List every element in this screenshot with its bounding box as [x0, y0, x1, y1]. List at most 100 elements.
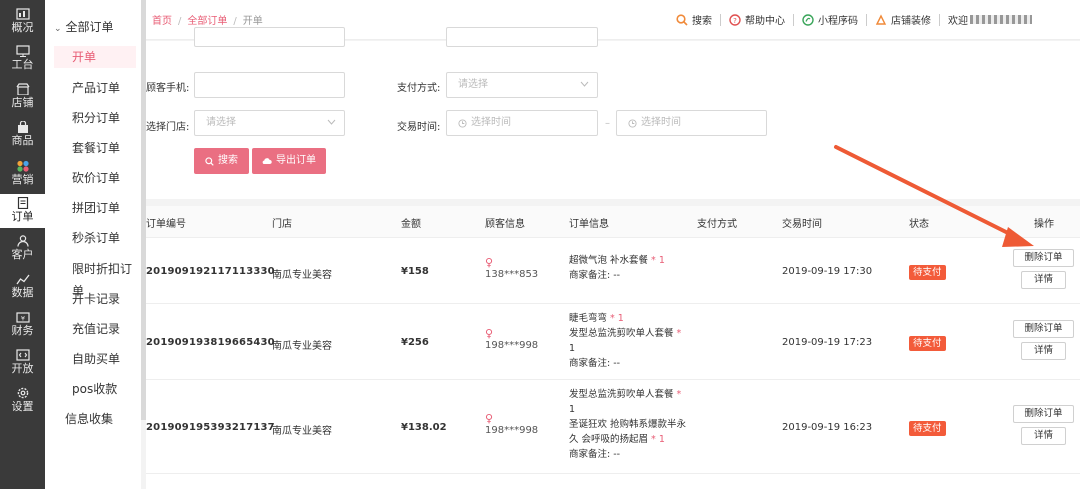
submenu-item-label: 开卡记录 [72, 292, 121, 306]
help-center-tool[interactable]: ? 帮助中心 [729, 12, 785, 27]
store-label: 选择门店: [146, 122, 190, 133]
submenu-item[interactable]: 秒杀订单 [45, 227, 141, 249]
nav-item-9[interactable]: 开放 [0, 349, 45, 379]
order-line-qty: * [676, 389, 682, 400]
breadcrumb-sep: / [178, 16, 182, 27]
search-icon [205, 156, 214, 166]
submenu-item-label: pos收款 [72, 382, 118, 396]
customer-phone-input[interactable] [194, 72, 345, 98]
customer-phone: 138***853 [485, 269, 539, 280]
order-line-text: 久 会呼吸的扬起眉 [569, 434, 652, 445]
submenu-item[interactable]: 套餐订单 [45, 137, 141, 159]
order-line: 超微气泡 补水套餐 * 1 [569, 253, 689, 268]
order-line-qty: * [676, 328, 682, 339]
customer-phone: 198***998 [485, 425, 539, 436]
order-line: 发型总监洗剪吹单人套餐 * [569, 326, 689, 341]
table-row: 201909193819665430 南瓜专业美容 ¥256 ♀ 198***9… [146, 305, 1080, 380]
help-icon: ? [729, 13, 741, 26]
order-number[interactable]: 201909193819665430 [146, 337, 275, 348]
female-icon: ♀ [485, 327, 494, 340]
finance-icon: ¥ [15, 312, 30, 323]
end-time-picker[interactable]: 选择时间 [616, 110, 767, 136]
submenu-item[interactable]: 开单 [45, 46, 141, 68]
order-line-text: 圣诞狂欢 抢购韩系爆款半永 [569, 419, 687, 430]
store-select[interactable]: 请选择 [194, 110, 345, 136]
search-button[interactable]: 搜索 [194, 148, 249, 174]
submenu-item-label: 充值记录 [72, 322, 121, 336]
divider [939, 13, 940, 26]
trade-time-label: 交易时间: [397, 122, 441, 133]
miniapp-code-tool[interactable]: 小程序码 [802, 12, 858, 27]
store-placeholder: 请选择 [206, 117, 236, 128]
customer-phone: 198***998 [485, 340, 539, 351]
order-amount: ¥256 [401, 337, 429, 348]
nav-item-label: 工台 [11, 58, 34, 71]
nav-item-5[interactable]: 订单 [0, 194, 45, 228]
delete-order-button[interactable]: 删除订单 [1013, 249, 1074, 267]
start-time-picker[interactable]: 选择时间 [446, 110, 598, 136]
miniapp-icon [802, 13, 814, 26]
store-decor-tool[interactable]: 店铺装修 [875, 12, 931, 27]
submenu-item[interactable]: 拼团订单 [45, 197, 141, 219]
order-info: 发型总监洗剪吹单人套餐 * 1 圣诞狂欢 抢购韩系爆款半永久 会呼吸的扬起眉 * 1… [569, 387, 689, 462]
submenu-header[interactable]: ⌄ 全部订单 [54, 18, 114, 35]
search-tool[interactable]: 搜索 [676, 12, 712, 27]
delete-order-button[interactable]: 删除订单 [1013, 405, 1074, 423]
nav-item-8[interactable]: ¥ 财务 [0, 311, 45, 341]
detail-button[interactable]: 详情 [1021, 271, 1066, 289]
breadcrumb-sep: / [233, 16, 237, 27]
nav-item-label: 营销 [11, 173, 34, 186]
trade-time: 2019-09-19 17:30 [782, 266, 873, 277]
submenu-item[interactable]: 开卡记录 [45, 288, 141, 310]
submenu-item[interactable]: 自助买单 [45, 348, 141, 370]
submenu-item[interactable]: 积分订单 [45, 107, 141, 129]
chevron-down-icon: ⌄ [54, 24, 62, 34]
submenu-item-label: 产品订单 [72, 81, 121, 95]
submenu-item[interactable]: pos收款 [45, 378, 141, 400]
order-line: 商家备注: -- [569, 447, 689, 462]
order-number[interactable]: 201909192117113330 [146, 266, 275, 277]
order-amount: ¥158 [401, 266, 429, 277]
submenu-item[interactable]: 信息收集 [38, 408, 134, 430]
nav-item-1[interactable]: 工台 [0, 45, 45, 75]
table-row: 201909195393217137 南瓜专业美容 ¥138.02 ♀ 198*… [146, 381, 1080, 474]
column-header: 门店 [272, 219, 292, 230]
nav-item-2[interactable]: 店铺 [0, 83, 45, 113]
delete-order-button[interactable]: 删除订单 [1013, 320, 1074, 338]
submenu-item[interactable]: 充值记录 [45, 318, 141, 340]
submenu-item[interactable]: 产品订单 [45, 77, 141, 99]
main-content: 首页 / 全部订单 / 开单 搜索 ? 帮助中心 小程序码 店铺装修 欢迎 顾客… [146, 0, 1080, 489]
breadcrumb-current: 开单 [242, 16, 263, 27]
svg-text:?: ? [733, 17, 737, 25]
nav-item-6[interactable]: 客户 [0, 235, 45, 265]
nav-item-3[interactable]: 商品 [0, 121, 45, 151]
order-number[interactable]: 201909195393217137 [146, 422, 275, 433]
order-line-qty: * 1 [610, 313, 624, 324]
detail-button[interactable]: 详情 [1021, 342, 1066, 360]
pay-method-select[interactable]: 请选择 [446, 72, 598, 98]
export-button-label: 导出订单 [276, 155, 316, 166]
welcome-user[interactable]: 欢迎 [948, 12, 1032, 27]
detail-button[interactable]: 详情 [1021, 427, 1066, 445]
submenu-item-label: 砍价订单 [72, 171, 121, 185]
breadcrumb-all-orders[interactable]: 全部订单 [187, 16, 227, 27]
export-orders-button[interactable]: 导出订单 [252, 148, 326, 174]
nav-item-0[interactable]: 概况 [0, 8, 45, 38]
divider [866, 13, 867, 26]
status-badge: 待支付 [909, 421, 946, 436]
phone-label: 顾客手机: [146, 83, 190, 94]
submenu-header-label: 全部订单 [65, 20, 114, 34]
order-line-text: 发型总监洗剪吹单人套餐 [569, 328, 677, 339]
nav-item-4[interactable]: 营销 [0, 160, 45, 190]
chevron-down-icon [580, 81, 589, 87]
divider [793, 13, 794, 26]
submenu-item-label: 秒杀订单 [72, 231, 121, 245]
column-header: 操作 [1034, 219, 1054, 230]
breadcrumb-home[interactable]: 首页 [152, 16, 172, 27]
previous-filter-input[interactable] [194, 27, 345, 47]
submenu-item[interactable]: 砍价订单 [45, 167, 141, 189]
code-icon [15, 349, 30, 361]
pay-method-label: 支付方式: [397, 83, 441, 94]
previous-filter-input[interactable] [446, 27, 598, 47]
nav-item-7[interactable]: 数据 [0, 273, 45, 303]
